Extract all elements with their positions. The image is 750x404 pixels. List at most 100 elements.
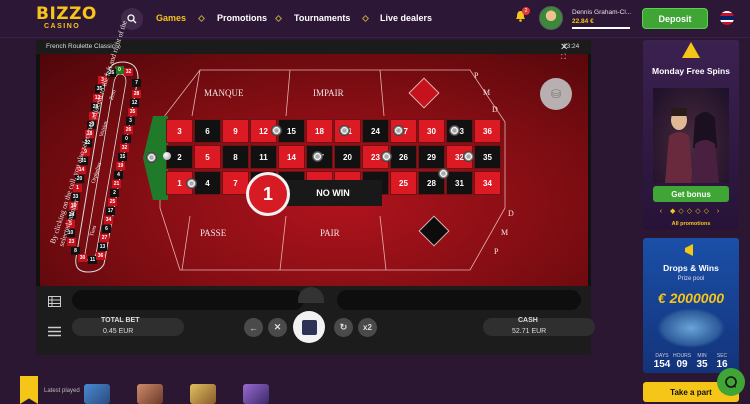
menu-icon[interactable] bbox=[48, 326, 61, 337]
number-cell[interactable]: 36 bbox=[474, 119, 501, 143]
bet-chip[interactable] bbox=[393, 125, 404, 136]
racetrack-number[interactable]: 15 bbox=[118, 153, 127, 161]
nav-promotions[interactable]: Promotions bbox=[217, 13, 267, 23]
racetrack-number[interactable]: 32 bbox=[120, 144, 129, 152]
nav-tournaments[interactable]: Tournaments bbox=[294, 13, 350, 23]
notifications-button[interactable]: 2 bbox=[514, 7, 530, 24]
countdown-value: 35 bbox=[696, 359, 708, 370]
number-cell[interactable]: 6 bbox=[194, 119, 221, 143]
bet-passe[interactable]: PASSE bbox=[200, 228, 226, 238]
get-bonus-button[interactable]: Get bonus bbox=[653, 186, 729, 202]
bet-chip[interactable] bbox=[312, 151, 323, 162]
carousel-dots[interactable]: ‹ ◆◇◇◇◇ › bbox=[643, 207, 739, 215]
bet-chip[interactable] bbox=[271, 125, 282, 136]
racetrack-number[interactable]: 21 bbox=[112, 180, 121, 188]
bet-chip[interactable] bbox=[381, 151, 392, 162]
game-thumbnail[interactable] bbox=[190, 384, 216, 404]
all-promotions-link[interactable]: All promotions bbox=[643, 221, 739, 227]
result-banner: NO WIN 1 bbox=[242, 172, 382, 216]
expand-icon[interactable]: ⛶ bbox=[561, 54, 566, 62]
racetrack-number[interactable]: 6 bbox=[102, 225, 111, 233]
number-cell[interactable]: 25 bbox=[390, 171, 417, 195]
nav-games[interactable]: Games bbox=[156, 13, 186, 23]
number-cell[interactable]: 24 bbox=[362, 119, 389, 143]
dozen-label[interactable]: P bbox=[474, 71, 478, 80]
racetrack-number[interactable]: 34 bbox=[104, 216, 113, 224]
avatar[interactable] bbox=[539, 6, 563, 30]
bet-chip[interactable] bbox=[449, 125, 460, 136]
number-cell[interactable]: 26 bbox=[390, 145, 417, 169]
game-thumbnail[interactable] bbox=[84, 384, 110, 404]
number-cell[interactable]: 18 bbox=[306, 119, 333, 143]
close-icon[interactable]: ✕ bbox=[560, 42, 568, 53]
number-cell[interactable]: 15 bbox=[278, 119, 305, 143]
racetrack-number[interactable]: 35 bbox=[128, 108, 137, 116]
rebet-button[interactable]: ↻ bbox=[334, 318, 353, 337]
language-flag-icon[interactable] bbox=[720, 11, 734, 25]
dozen-label[interactable]: P bbox=[494, 247, 498, 256]
number-cell[interactable]: 9 bbox=[222, 119, 249, 143]
bet-chip[interactable] bbox=[438, 168, 449, 179]
number-cell[interactable]: 34 bbox=[474, 171, 501, 195]
number-cell[interactable]: 29 bbox=[418, 145, 445, 169]
promo-card-free-spins[interactable]: Monday Free Spins Get bonus ‹ ◆◇◇◇◇ › Al… bbox=[643, 40, 739, 230]
racetrack-number[interactable]: 13 bbox=[98, 243, 107, 251]
racetrack-number[interactable]: 32 bbox=[124, 68, 133, 76]
dozen-label[interactable]: D bbox=[508, 209, 514, 218]
latest-played-label: Latest played bbox=[44, 388, 80, 394]
dozen-label[interactable]: M bbox=[483, 88, 490, 97]
close-icon: ✕ bbox=[273, 322, 282, 332]
result-text: NO WIN bbox=[284, 180, 382, 206]
nav-live-dealers[interactable]: Live dealers bbox=[380, 13, 432, 23]
bet-manque[interactable]: MANQUE bbox=[204, 88, 244, 98]
bet-chip[interactable] bbox=[463, 151, 474, 162]
racetrack-number[interactable]: 3 bbox=[126, 117, 135, 125]
bet-chip[interactable] bbox=[339, 125, 350, 136]
game-thumbnail[interactable] bbox=[243, 384, 269, 404]
racetrack-number[interactable]: 0 bbox=[122, 135, 131, 143]
bet-chip[interactable] bbox=[186, 178, 197, 189]
number-cell[interactable]: 35 bbox=[474, 145, 501, 169]
promo-title: Monday Free Spins bbox=[652, 66, 730, 76]
promo-sidebar: Monday Free Spins Get bonus ‹ ◆◇◇◇◇ › Al… bbox=[643, 40, 739, 402]
bet-chip[interactable] bbox=[146, 152, 157, 163]
clear-bets-button[interactable]: ✕ bbox=[268, 318, 287, 337]
user-name[interactable]: Dennis Graham-Cl... bbox=[572, 9, 631, 16]
racetrack-number[interactable]: 36 bbox=[96, 252, 105, 260]
racetrack-number[interactable]: 2 bbox=[110, 189, 119, 197]
number-cell[interactable]: 31 bbox=[446, 171, 473, 195]
number-cell[interactable]: 14 bbox=[278, 145, 305, 169]
spin-button[interactable] bbox=[293, 311, 325, 343]
number-cell[interactable]: 4 bbox=[194, 171, 221, 195]
number-cell[interactable]: 30 bbox=[418, 119, 445, 143]
logo[interactable]: BIZZO CASINO bbox=[36, 4, 98, 34]
double-bet-button[interactable]: x2 bbox=[358, 318, 377, 337]
racetrack-number[interactable]: 25 bbox=[108, 198, 117, 206]
promo-card-drops-wins[interactable]: Drops & Wins Prize pool € 2000000 DAYS H… bbox=[643, 238, 739, 373]
number-cell[interactable]: 11 bbox=[250, 145, 277, 169]
racetrack-number[interactable]: 30 bbox=[78, 254, 87, 262]
racetrack-number[interactable]: 19 bbox=[116, 162, 125, 170]
chip-stack-button[interactable]: ⛁ bbox=[540, 78, 572, 110]
racetrack-number[interactable]: 23 bbox=[67, 238, 76, 246]
number-cell[interactable]: 20 bbox=[334, 145, 361, 169]
latest-played-bar: Latest played bbox=[0, 372, 640, 404]
number-cell[interactable]: 5 bbox=[194, 145, 221, 169]
racetrack-number[interactable]: 17 bbox=[106, 207, 115, 215]
undo-button[interactable]: ← bbox=[244, 318, 263, 337]
game-thumbnail[interactable] bbox=[137, 384, 163, 404]
bet-pair[interactable]: PAIR bbox=[320, 228, 340, 238]
racetrack-number[interactable]: 12 bbox=[130, 99, 139, 107]
racetrack-number[interactable]: 26 bbox=[124, 126, 133, 134]
bet-impair[interactable]: IMPAIR bbox=[313, 88, 344, 98]
statistics-icon[interactable] bbox=[48, 296, 61, 307]
chat-button[interactable] bbox=[717, 368, 745, 396]
racetrack-number[interactable]: 4 bbox=[114, 171, 123, 179]
deposit-button[interactable]: Deposit bbox=[642, 8, 708, 29]
stop-icon bbox=[301, 319, 317, 335]
racetrack-number[interactable]: 27 bbox=[100, 234, 109, 242]
number-cell[interactable]: 3 bbox=[166, 119, 193, 143]
dozen-label[interactable]: D bbox=[492, 105, 498, 114]
number-cell[interactable]: 8 bbox=[222, 145, 249, 169]
dozen-label[interactable]: M bbox=[501, 228, 508, 237]
